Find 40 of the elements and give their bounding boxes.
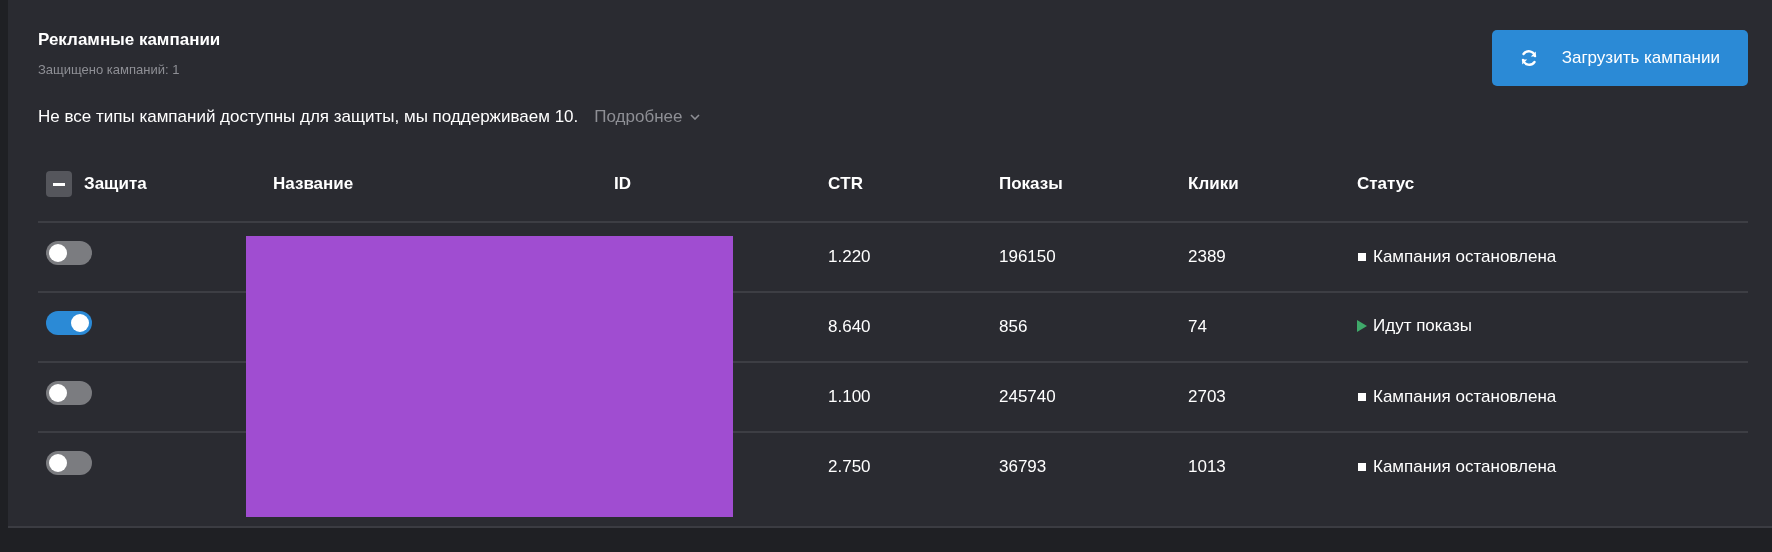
table-cell: 856 [999, 316, 1028, 336]
table-cell: 2389 [1188, 246, 1226, 266]
status-text: Кампания остановлена [1373, 245, 1557, 268]
minus-icon [53, 182, 65, 186]
refresh-icon [1519, 49, 1538, 67]
more-link[interactable]: Подробнее [594, 104, 701, 130]
table-cell: 8.640 [828, 316, 871, 336]
table-cell: 196150 [999, 246, 1056, 266]
column-header: Статус [1357, 174, 1415, 194]
table-cell: 245740 [999, 386, 1056, 406]
stop-icon [1357, 462, 1367, 473]
stop-icon [1357, 391, 1367, 402]
column-header: Защита [84, 173, 147, 193]
status-text: Кампания остановлена [1373, 385, 1557, 408]
table-cell: 1.100 [828, 386, 871, 406]
column-header: CTR [828, 174, 863, 194]
toggle-switch[interactable] [46, 451, 92, 476]
table-cell: 2703 [1188, 386, 1226, 406]
toggle-switch[interactable] [46, 310, 92, 335]
load-campaigns-button[interactable]: Загрузить кампании [1491, 30, 1748, 86]
protected-count: Защищено кампаний: 1 [38, 61, 181, 80]
table-cell: 1.220 [828, 246, 871, 266]
column-header: Клики [1188, 174, 1239, 194]
column-header: ID [614, 174, 631, 194]
panel-title: Рекламные кампании [38, 30, 221, 51]
select-all-checkbox[interactable] [46, 171, 72, 198]
status-text: Кампания остановлена [1373, 456, 1557, 479]
toggle-switch[interactable] [46, 380, 92, 405]
table-cell: 74 [1188, 316, 1207, 336]
stop-icon [1357, 251, 1367, 262]
toggle-switch[interactable] [46, 240, 92, 265]
status-text: Идут показы [1373, 315, 1472, 338]
play-icon [1357, 320, 1367, 333]
chevron-down-icon [690, 113, 701, 120]
notice-text: Не все типы кампаний доступны для защиты, мы поддерживаем 10. [38, 106, 579, 128]
column-header: Показы [999, 174, 1063, 194]
column-header: Название [273, 174, 354, 194]
table-cell: 1013 [1188, 457, 1226, 477]
table-cell: 2.750 [828, 457, 871, 477]
table-cell: 36793 [999, 457, 1047, 477]
